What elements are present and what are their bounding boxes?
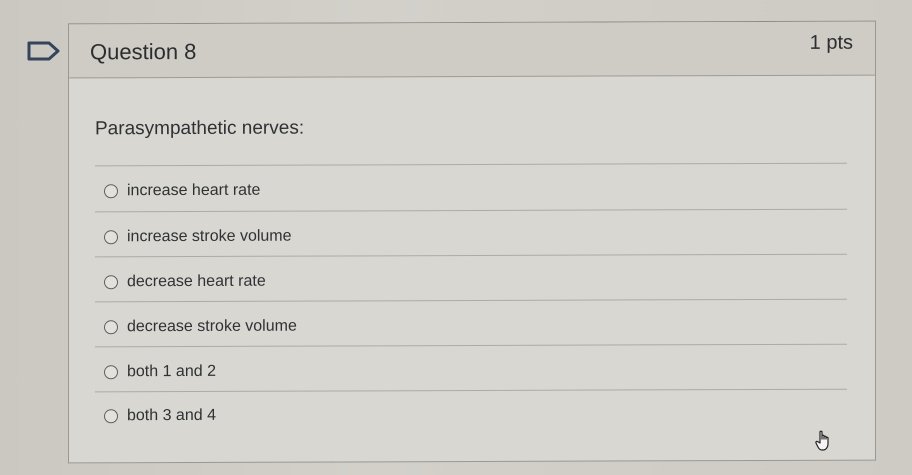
flag-question-icon[interactable] [27,41,61,61]
divider [95,343,847,348]
divider [95,162,847,167]
question-card: Question 8 1 pts Parasympathetic nerves:… [68,20,876,464]
radio-button[interactable] [104,409,118,424]
answer-option-3[interactable]: decrease heart rate [104,273,266,292]
question-points: 1 pts [809,31,853,54]
answer-label: decrease stroke volume [127,317,297,336]
answer-label: both 1 and 2 [127,362,216,381]
divider [95,208,847,213]
radio-button[interactable] [104,275,118,290]
hand-pointer-icon [815,430,829,451]
divider [95,298,847,303]
radio-button[interactable] [104,184,118,199]
answer-option-2[interactable]: increase stroke volume [104,228,292,247]
answer-option-4[interactable]: decrease stroke volume [104,318,297,337]
question-prompt: Parasympathetic nerves: [95,117,305,140]
radio-button[interactable] [104,230,118,245]
answer-label: increase stroke volume [127,227,292,246]
divider [95,253,847,258]
question-title: Question 8 [90,38,197,65]
radio-button[interactable] [104,320,118,335]
divider [95,388,847,393]
question-header: Question 8 1 pts [69,21,875,79]
screen: Question 8 1 pts Parasympathetic nerves:… [0,0,912,475]
radio-button[interactable] [104,365,118,380]
answer-option-5[interactable]: both 1 and 2 [104,363,216,381]
answer-label: increase heart rate [127,181,261,200]
answer-label: both 3 and 4 [127,406,216,425]
answer-label: decrease heart rate [127,272,266,291]
answer-option-6[interactable]: both 3 and 4 [104,407,216,425]
answer-option-1[interactable]: increase heart rate [104,182,260,201]
